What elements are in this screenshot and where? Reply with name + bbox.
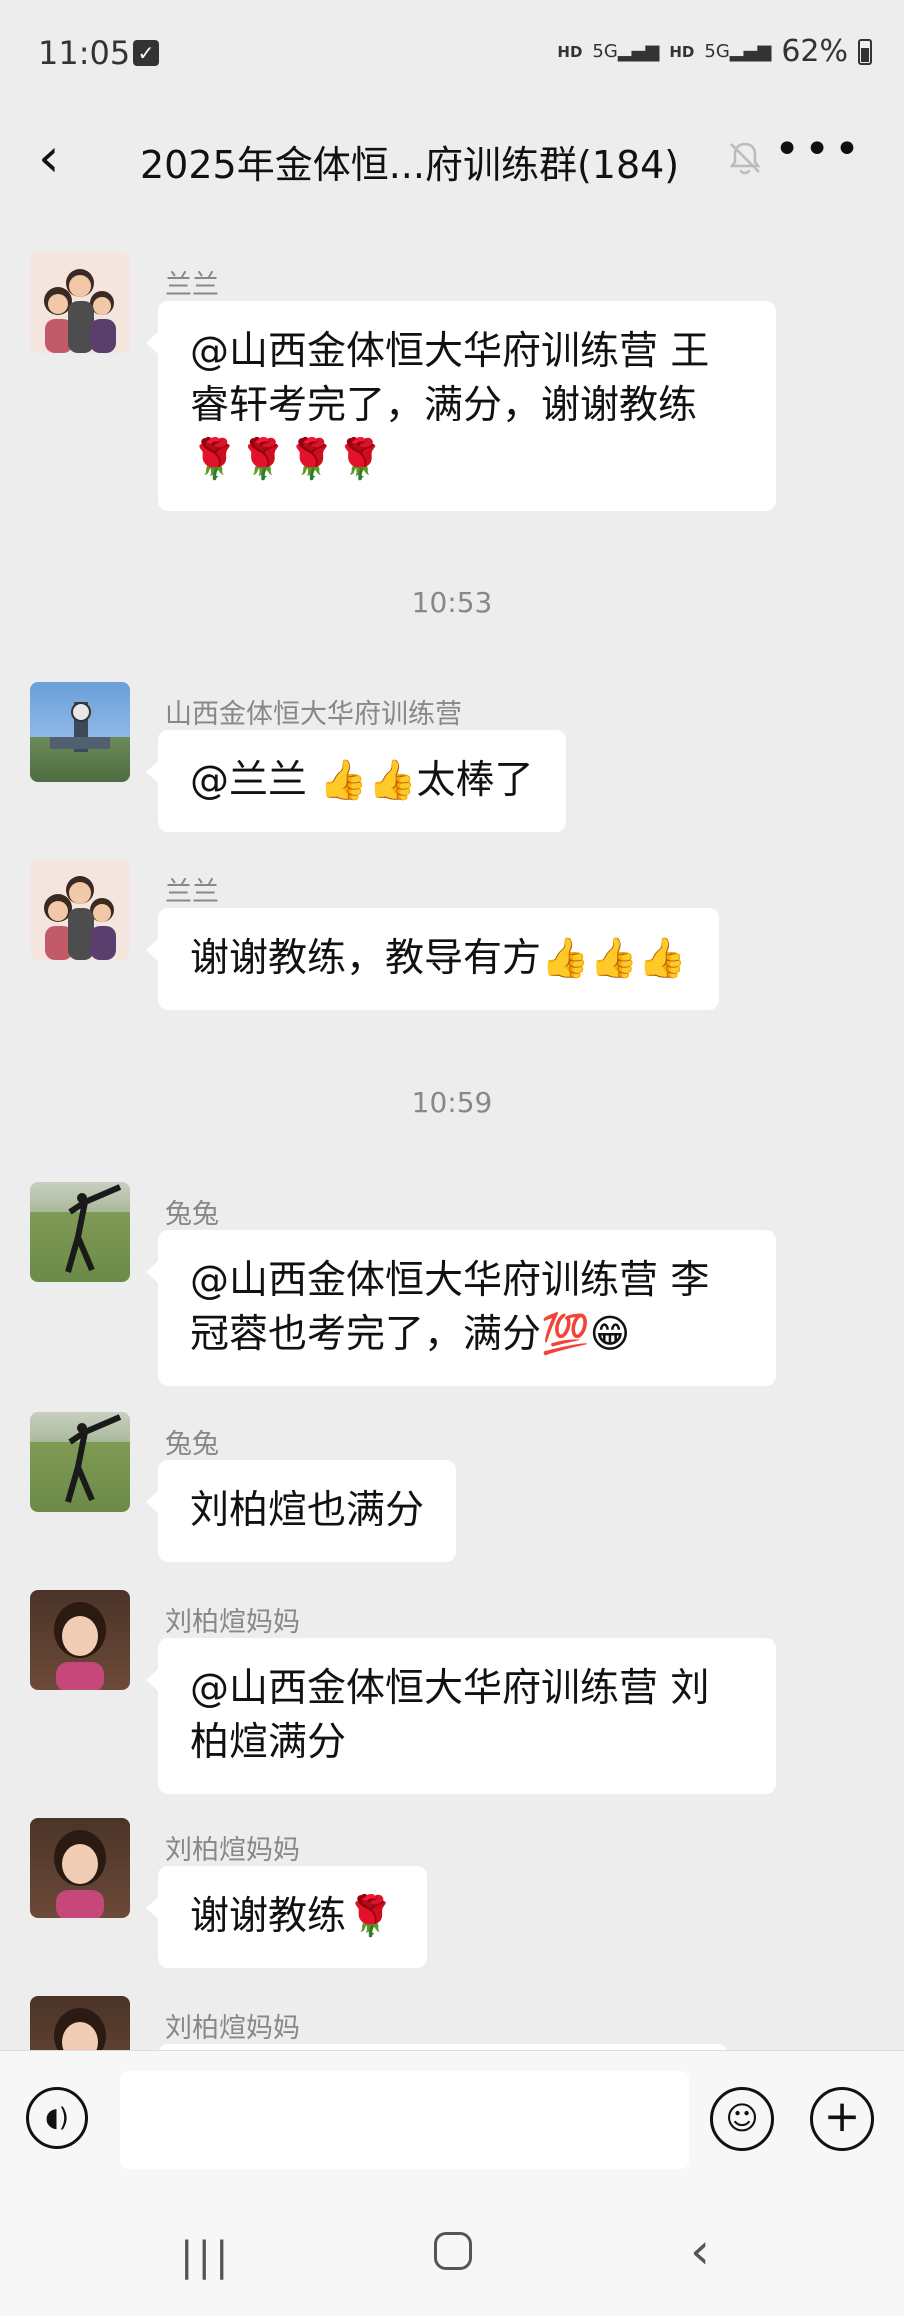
more-dots-icon[interactable]: ••• — [774, 124, 864, 175]
bell-muted-icon — [729, 142, 761, 175]
status-bar: 11:05 ✓ HD 5G▂▄▆ HD 5G▂▄▆ 62% — [0, 0, 904, 110]
girl-avatar-icon — [54, 2008, 106, 2050]
clock: 11:05 — [38, 34, 131, 72]
hd-indicator-2: HD — [669, 42, 695, 61]
back-icon[interactable]: ‹ — [690, 2222, 710, 2280]
message-bubble[interactable]: @山西金体恒大华府训练营 王睿轩考完了，满分，谢谢教练🌹🌹🌹🌹 — [146, 301, 776, 511]
message-bubble[interactable]: @山西金体恒大华府训练营 李冠蓉也考完了，满分💯😁 — [146, 1230, 776, 1386]
sender-name: 刘柏煊妈妈 — [165, 2013, 300, 2044]
chevron-left-icon[interactable]: ‹ — [38, 128, 60, 188]
message-bubble[interactable]: @兰兰 👍👍太棒了 — [146, 730, 566, 832]
message-bubble[interactable]: 谢谢教练，教导有方👍👍👍 — [146, 908, 719, 1010]
home-icon[interactable] — [434, 2232, 472, 2270]
plus-icon[interactable]: + — [810, 2087, 874, 2151]
avatar[interactable] — [30, 1818, 130, 1918]
input-bar: ◖) ☺ + — [0, 2050, 904, 2187]
sender-name: 兔兔 — [165, 1429, 219, 1460]
dancer-avatar-icon — [65, 1414, 122, 1503]
avatar[interactable] — [30, 253, 130, 353]
checkbox-notification-icon: ✓ — [133, 40, 159, 66]
chat-header: ‹ 2025年金体恒...府训练群(184) ••• — [0, 110, 904, 206]
avatar[interactable] — [30, 860, 130, 960]
girl-avatar-icon — [54, 1602, 106, 1690]
recent-apps-icon[interactable]: ||| — [180, 2234, 232, 2280]
signal-5g-indicator: 5G▂▄▆ — [592, 41, 660, 62]
sender-name: 山西金体恒大华府训练营 — [165, 699, 462, 730]
avatar[interactable] — [30, 1182, 130, 1282]
message-bubble[interactable]: 刘柏煊也满分 — [145, 1460, 457, 1562]
signal-5g-indicator-2: 5G▂▄▆ — [704, 41, 772, 62]
chat-title[interactable]: 2025年金体恒...府训练群(184) — [140, 134, 679, 189]
message-input[interactable] — [120, 2071, 689, 2169]
girl-avatar-icon — [54, 1830, 106, 1918]
dancer-avatar-icon — [65, 1184, 122, 1273]
battery-icon — [858, 38, 872, 65]
chat-message-list[interactable]: 兰兰 @山西金体恒大华府训练营 王睿轩考完了，满分，谢谢教练🌹🌹🌹🌹 10:53… — [0, 206, 904, 2050]
status-indicators: HD 5G▂▄▆ HD 5G▂▄▆ 62% — [557, 34, 872, 69]
avatar[interactable] — [30, 1996, 130, 2050]
hd-indicator: HD — [557, 42, 583, 61]
sender-name: 兰兰 — [165, 270, 219, 301]
battery-percent: 62% — [781, 34, 848, 69]
emoji-icon[interactable]: ☺ — [710, 2087, 774, 2151]
avatar[interactable] — [30, 1590, 130, 1690]
timestamp: 10:59 — [411, 1086, 493, 1119]
family-avatar-icon — [44, 876, 116, 960]
timestamp: 10:53 — [411, 586, 493, 619]
message-bubble[interactable]: @山西金体恒大华府训练营 刘柏煊满分 — [146, 1638, 776, 1794]
family-avatar-icon — [44, 269, 116, 353]
avatar[interactable] — [30, 1412, 130, 1512]
avatar[interactable] — [30, 682, 130, 782]
clock-tower-avatar-icon — [50, 702, 110, 752]
voice-icon[interactable]: ◖) — [26, 2087, 88, 2149]
sender-name: 刘柏煊妈妈 — [165, 1607, 300, 1638]
sender-name: 兔兔 — [165, 1199, 219, 1230]
sender-name: 刘柏煊妈妈 — [165, 1835, 300, 1866]
message-bubble[interactable]: 谢谢教练🌹 — [146, 1866, 427, 1968]
sender-name: 兰兰 — [165, 877, 219, 908]
system-navigation-bar: ||| ‹ — [0, 2186, 904, 2316]
